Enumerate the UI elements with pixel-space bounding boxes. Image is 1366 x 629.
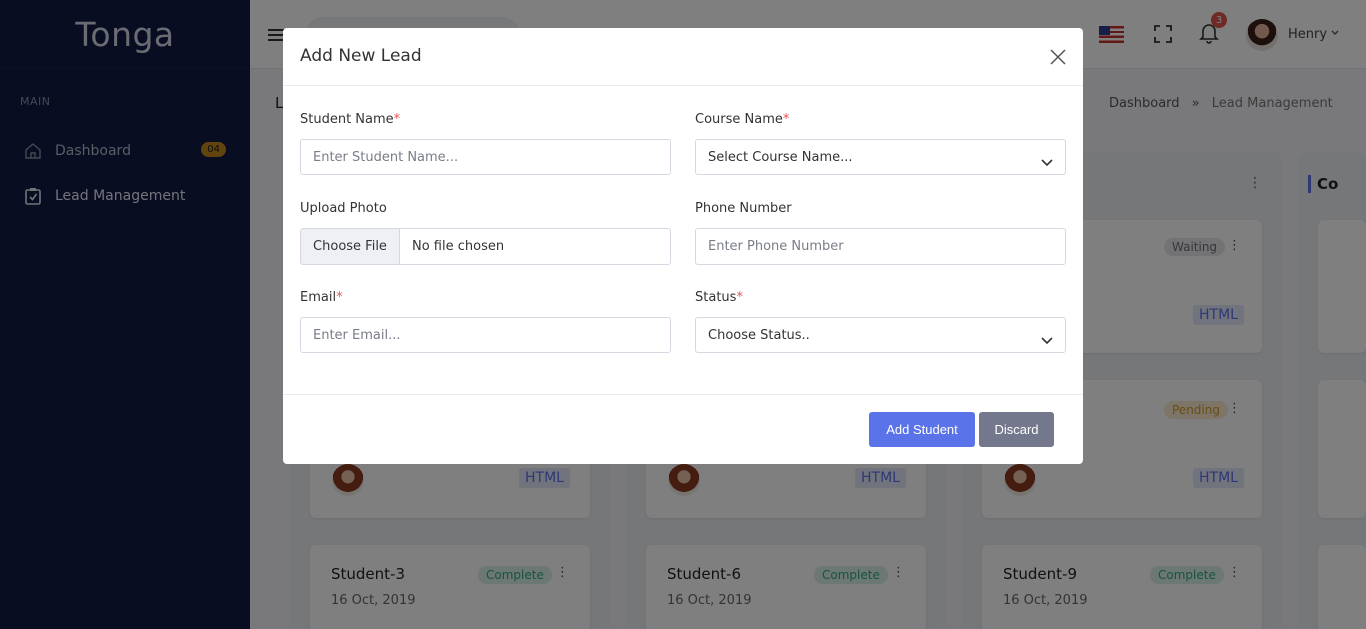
modal-footer: Add Student Discard — [283, 394, 1083, 464]
modal-header: Add New Lead — [283, 28, 1083, 86]
course-name-select-value: Select Course Name... — [708, 150, 853, 165]
chevron-down-icon — [1041, 330, 1053, 349]
chevron-down-icon — [1041, 152, 1053, 171]
upload-photo-label: Upload Photo — [300, 201, 387, 216]
course-name-label: Course Name* — [695, 112, 789, 127]
required-marker: * — [736, 290, 743, 305]
modal-title: Add New Lead — [300, 46, 422, 66]
file-status-text: No file chosen — [412, 239, 505, 254]
phone-number-label: Phone Number — [695, 201, 792, 216]
email-input[interactable] — [300, 317, 671, 353]
email-label: Email* — [300, 290, 343, 305]
student-name-label-text: Student Name — [300, 112, 394, 127]
required-marker: * — [393, 112, 401, 127]
required-marker: * — [336, 290, 343, 305]
email-label-text: Email — [300, 290, 337, 305]
discard-button[interactable]: Discard — [979, 412, 1054, 447]
choose-file-button[interactable]: Choose File — [301, 229, 400, 264]
required-marker: * — [782, 112, 790, 127]
student-name-input[interactable] — [300, 139, 671, 175]
course-name-select[interactable]: Select Course Name... — [695, 139, 1066, 175]
close-icon[interactable] — [1047, 46, 1069, 68]
course-name-label-text: Course Name — [695, 112, 783, 127]
status-label: Status* — [695, 290, 743, 305]
add-lead-modal: Add New Lead Student Name* Course Name* … — [283, 28, 1083, 464]
status-select-value: Choose Status.. — [708, 328, 810, 343]
add-student-button[interactable]: Add Student — [869, 412, 975, 447]
upload-photo-input[interactable]: Choose File No file chosen — [300, 228, 671, 265]
status-select[interactable]: Choose Status.. — [695, 317, 1066, 353]
student-name-label: Student Name* — [300, 112, 400, 127]
status-label-text: Status — [695, 290, 737, 305]
phone-number-input[interactable] — [695, 228, 1066, 265]
